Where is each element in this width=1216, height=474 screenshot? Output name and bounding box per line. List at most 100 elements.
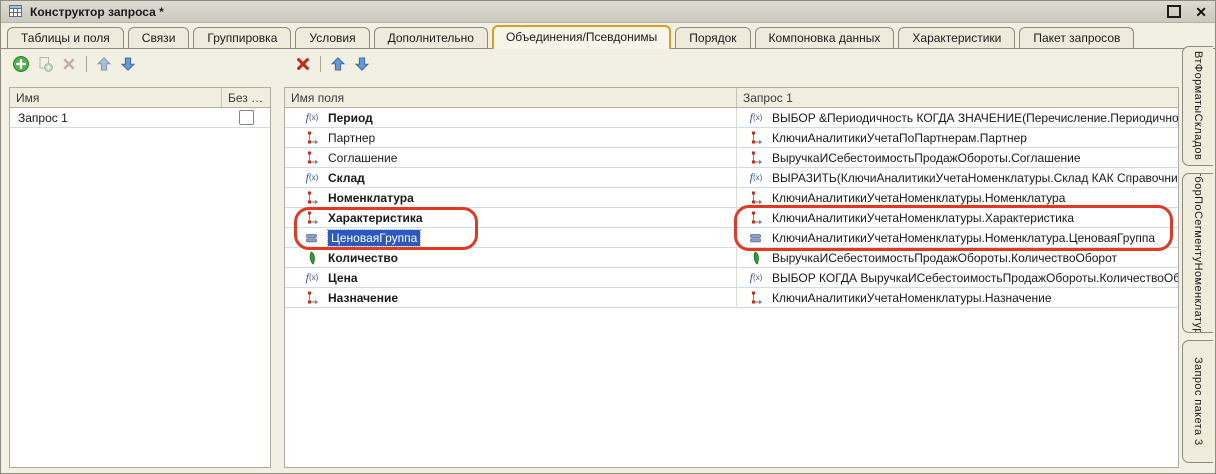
field-value-cell[interactable]: КлючиАналитикиУчетаНоменклатуры.Характер… [737,208,1178,227]
fields-table-header: Имя поля Запрос 1 [285,88,1178,108]
field-name-cell[interactable]: Партнер [285,128,737,147]
field-name-cell[interactable]: f(x)Склад [285,168,737,187]
field-name: Период [328,111,373,125]
query-builder-window: Конструктор запроса * ✕ Таблицы и поляСв… [0,0,1216,474]
field-expression: ВыручкаИСебестоимостьПродажОбороты.Согла… [772,151,1081,165]
field-value-cell[interactable]: КлючиАналитикиУчетаПоПартнерам.Партнер [737,128,1178,147]
side-tab-2[interactable]: Запрос пакета 3 [1182,340,1213,463]
field-name: Партнер [328,131,375,145]
query-builder-grid-icon [9,5,24,19]
fields-toolbar [293,54,372,74]
tab-2[interactable]: Группировка [193,27,291,49]
close-button[interactable]: ✕ [1195,6,1207,18]
tab-5[interactable]: Объединения/Псевдонимы [492,25,671,49]
move-down-button[interactable] [118,54,138,74]
field-row[interactable]: Партнер КлючиАналитикиУчетаПоПартнерам.Па… [285,128,1178,148]
field-name-cell[interactable]: Соглашение [285,148,737,167]
field-icon [745,151,767,165]
function-icon: f(x) [301,170,323,185]
window-title: Конструктор запроса * [30,5,164,19]
field-row[interactable]: Номенклатура КлючиАналитикиУчетаНоменклат… [285,188,1178,208]
column-header-field-name[interactable]: Имя поля [285,88,737,107]
column-header-query1[interactable]: Запрос 1 [737,88,1178,107]
tab-6[interactable]: Порядок [675,27,750,49]
function-icon: f(x) [745,270,767,285]
field-value-cell[interactable]: КлючиАналитикиУчетаНоменклатуры.Номенкла… [737,228,1178,247]
field-name-cell[interactable]: f(x) Цена [285,268,737,287]
tab-8[interactable]: Характеристики [898,27,1015,49]
field-value-cell[interactable]: f(x)ВЫБОР &Периодичность КОГДА ЗНАЧЕНИЕ(… [737,108,1178,127]
field-name: Соглашение [328,151,397,165]
copy-add-button [35,54,55,74]
field-expression: КлючиАналитикиУчетаНоменклатуры.Характер… [772,211,1074,225]
field-row[interactable]: Количество ВыручкаИСебестоимостьПродажОбо… [285,248,1178,268]
field-name-cell[interactable]: ЦеноваяГруппа [285,228,737,247]
field-icon [301,291,323,305]
field-row[interactable]: Назначение КлючиАналитикиУчетаНоменклатур… [285,288,1178,308]
tab-4[interactable]: Дополнительно [374,27,488,49]
field-icon [301,131,323,145]
field-name: Количество [328,251,398,265]
field-name: Назначение [328,291,398,305]
field-row[interactable]: f(x) Цена f(x) ВЫБОР КОГДА ВыручкаИСебестои… [285,268,1178,288]
fields-table: Имя поля Запрос 1 f(x) Период f(x)ВЫБОР &П… [284,87,1179,468]
field-value-cell[interactable]: ВыручкаИСебестоимостьПродажОбороты.Колич… [737,248,1178,267]
field-row[interactable]: ЦеноваяГруппа КлючиАналитикиУчетаНоменкла… [285,228,1178,248]
queries-table: Имя Без ду... Запрос 1 [9,87,271,468]
query-name[interactable]: Запрос 1 [10,108,222,127]
field-name: ЦеноваяГруппа [328,230,420,246]
field-value-cell[interactable]: КлючиАналитикиУчетаНоменклатуры.Номенкла… [737,188,1178,207]
column-header-name[interactable]: Имя [10,88,222,107]
resource-icon [301,251,323,265]
field-icon [301,151,323,165]
field-value-cell[interactable]: f(x) ВЫБОР КОГДА ВыручкаИСебестоимостьПро… [737,268,1178,287]
field-row[interactable]: Характеристика КлючиАналитикиУчетаНоменкл… [285,208,1178,228]
move-up-button[interactable] [328,54,348,74]
delete-button[interactable] [293,54,313,74]
expression-icon [745,231,767,245]
field-name-cell[interactable]: Номенклатура [285,188,737,207]
resource-icon [745,251,767,265]
tab-1[interactable]: Связи [128,27,190,49]
add-button[interactable] [11,54,31,74]
field-expression: КлючиАналитикиУчетаНоменклатуры.Номенкла… [772,191,1065,205]
tab-0[interactable]: Таблицы и поля [7,27,124,49]
no-duplicates-checkbox[interactable] [239,110,254,125]
field-expression: ВЫБОР КОГДА ВыручкаИСебестоимостьПродажО… [772,271,1178,285]
field-expression: ВыручкаИСебестоимостьПродажОбороты.Колич… [772,251,1117,265]
side-tab-1[interactable]: ОтборПоСегментуНоменклатуры [1182,173,1213,333]
function-icon: f(x) [745,110,767,125]
function-icon: f(x) [301,270,323,285]
field-expression: ВЫРАЗИТЬ(КлючиАналитикиУчетаНоменклатуры… [772,171,1178,185]
field-value-cell[interactable]: f(x)ВЫРАЗИТЬ(КлючиАналитикиУчетаНоменкла… [737,168,1178,187]
field-name: Номенклатура [328,191,414,205]
function-icon: f(x) [301,110,323,125]
field-value-cell[interactable]: КлючиАналитикиУчетаНоменклатуры.Назначен… [737,288,1178,307]
delete-button [59,54,79,74]
maximize-button[interactable] [1167,5,1181,18]
tab-9[interactable]: Пакет запросов [1019,27,1134,49]
toolbar-separator [320,56,321,72]
field-name-cell[interactable]: Характеристика [285,208,737,227]
move-down-button[interactable] [352,54,372,74]
expression-icon [301,231,323,245]
field-row[interactable]: f(x)Складf(x)ВЫРАЗИТЬ(КлючиАналитикиУчет… [285,168,1178,188]
tab-7[interactable]: Компоновка данных [755,27,895,49]
field-expression: КлючиАналитикиУчетаНоменклатуры.Номенкла… [772,231,1155,245]
field-icon [301,191,323,205]
column-header-no-duplicates[interactable]: Без ду... [222,88,270,107]
field-row[interactable]: Соглашение ВыручкаИСебестоимостьПродажОбо… [285,148,1178,168]
field-name: Цена [328,271,358,285]
field-row[interactable]: f(x) Период f(x)ВЫБОР &Периодичность КОГДА… [285,108,1178,128]
field-icon [301,211,323,225]
titlebar: Конструктор запроса * ✕ [1,1,1215,23]
field-name-cell[interactable]: Назначение [285,288,737,307]
field-value-cell[interactable]: ВыручкаИСебестоимостьПродажОбороты.Согла… [737,148,1178,167]
field-icon [745,211,767,225]
tab-3[interactable]: Условия [295,27,369,49]
field-name-cell[interactable]: f(x) Период [285,108,737,127]
query-row[interactable]: Запрос 1 [10,108,270,128]
queries-table-header: Имя Без ду... [10,88,270,108]
side-tab-0[interactable]: ВтФорматыСкладов [1182,46,1213,166]
field-name-cell[interactable]: Количество [285,248,737,267]
